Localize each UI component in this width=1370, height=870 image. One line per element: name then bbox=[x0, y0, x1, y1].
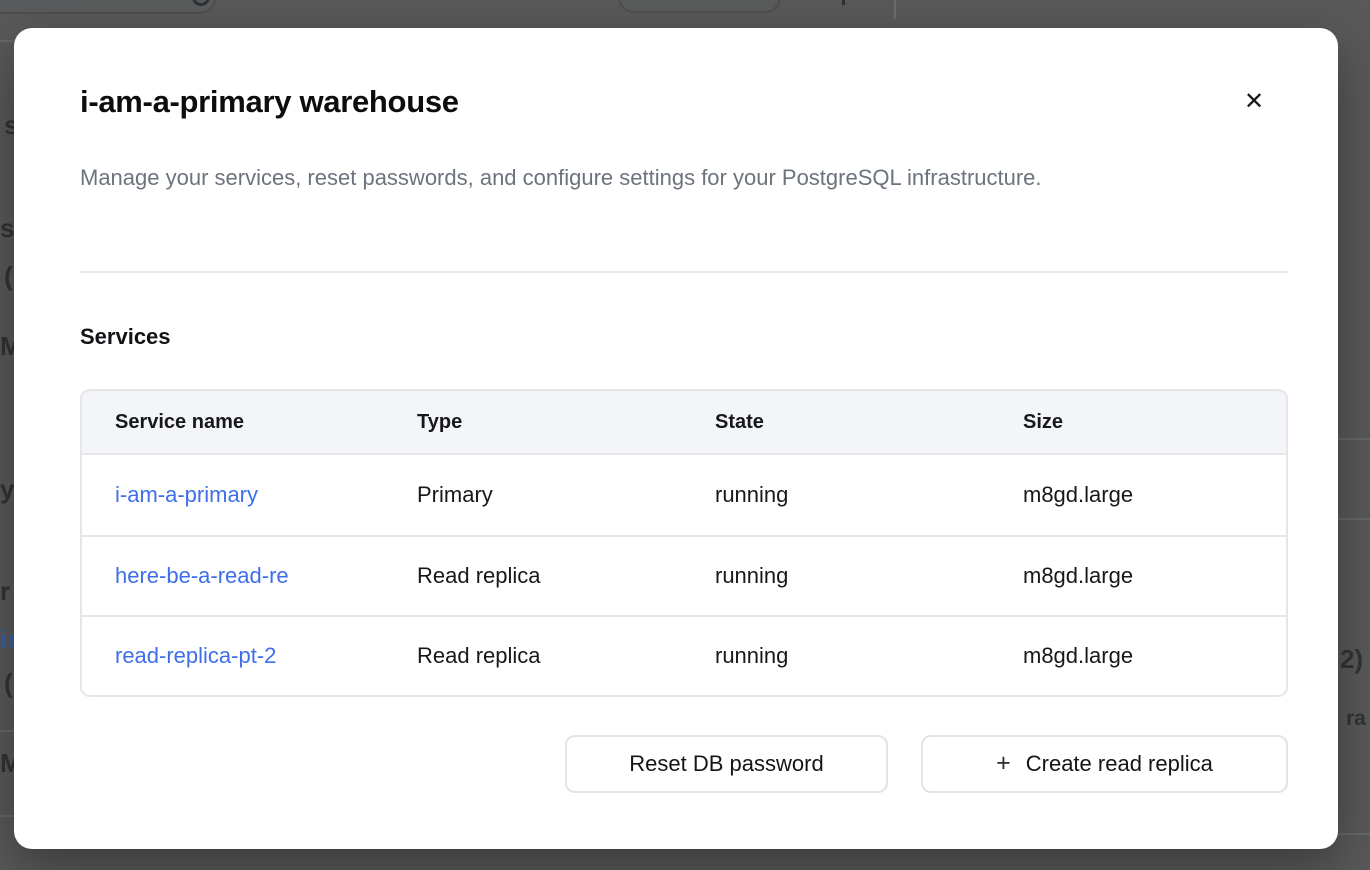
services-heading: Services bbox=[80, 324, 171, 350]
divider bbox=[80, 271, 1288, 273]
dimmed-background-text: 2) bbox=[1340, 646, 1363, 672]
dimmed-background-text: s bbox=[0, 215, 14, 241]
service-size-cell: m8gd.large bbox=[990, 563, 1286, 589]
dimmed-background-divider bbox=[0, 815, 14, 817]
create-read-replica-button[interactable]: + Create read replica bbox=[921, 735, 1288, 793]
service-type-cell: Primary bbox=[384, 482, 682, 508]
close-button[interactable]: ✕ bbox=[1232, 80, 1276, 124]
service-name-link[interactable]: i-am-a-primary bbox=[115, 482, 384, 508]
reset-db-password-label: Reset DB password bbox=[629, 751, 823, 777]
plus-icon: + bbox=[996, 749, 1011, 778]
service-name-link[interactable]: here-be-a-read-re bbox=[115, 563, 384, 589]
table-header-row: Service name Type State Size bbox=[82, 391, 1286, 455]
service-name-cell: i-am-a-primary bbox=[82, 482, 384, 508]
dimmed-background-divider bbox=[1338, 518, 1370, 520]
dimmed-background-text: ra bbox=[1346, 708, 1366, 729]
dimmed-background-text: y bbox=[0, 476, 14, 502]
reset-db-password-button[interactable]: Reset DB password bbox=[565, 735, 888, 793]
service-type-cell: Read replica bbox=[384, 563, 682, 589]
dimmed-background-text: ( bbox=[4, 670, 13, 696]
service-name-cell: here-be-a-read-re bbox=[82, 563, 384, 589]
table-row: read-replica-pt-2 Read replica running m… bbox=[82, 615, 1286, 695]
services-table: Service name Type State Size i-am-a-prim… bbox=[80, 389, 1288, 697]
screen: st s ( M, y r in ( M, 2) ra i-am-a-prima… bbox=[0, 0, 1370, 870]
modal-description: Manage your services, reset passwords, a… bbox=[80, 156, 1042, 199]
close-icon: ✕ bbox=[1244, 90, 1264, 114]
modal-title: i-am-a-primary warehouse bbox=[80, 84, 459, 120]
service-state-cell: running bbox=[682, 563, 990, 589]
dimmed-background-divider bbox=[894, 0, 896, 19]
warehouse-modal: i-am-a-primary warehouse ✕ Manage your s… bbox=[14, 28, 1338, 849]
dimmed-background-divider bbox=[1338, 833, 1370, 835]
service-size-cell: m8gd.large bbox=[990, 643, 1286, 669]
service-state-cell: running bbox=[682, 643, 990, 669]
service-type-cell: Read replica bbox=[384, 643, 682, 669]
create-read-replica-label: Create read replica bbox=[1026, 751, 1213, 777]
dimmed-background-divider bbox=[0, 730, 14, 732]
dimmed-background-divider bbox=[0, 40, 14, 42]
column-header-size: Size bbox=[990, 411, 1286, 434]
column-header-service-name: Service name bbox=[82, 411, 384, 434]
service-state-cell: running bbox=[682, 482, 990, 508]
column-header-state: State bbox=[682, 411, 990, 434]
dimmed-background-glyph bbox=[842, 0, 845, 5]
service-name-cell: read-replica-pt-2 bbox=[82, 643, 384, 669]
dimmed-background-divider bbox=[1338, 438, 1370, 440]
dimmed-background-text: r bbox=[0, 578, 10, 604]
column-header-type: Type bbox=[384, 411, 682, 434]
table-row: i-am-a-primary Primary running m8gd.larg… bbox=[82, 455, 1286, 535]
service-name-link[interactable]: read-replica-pt-2 bbox=[115, 643, 384, 669]
table-row: here-be-a-read-re Read replica running m… bbox=[82, 535, 1286, 615]
dimmed-background-text: ( bbox=[4, 263, 13, 289]
dimmed-background-button bbox=[618, 0, 781, 13]
dimmed-background-button bbox=[0, 0, 216, 14]
service-size-cell: m8gd.large bbox=[990, 482, 1286, 508]
